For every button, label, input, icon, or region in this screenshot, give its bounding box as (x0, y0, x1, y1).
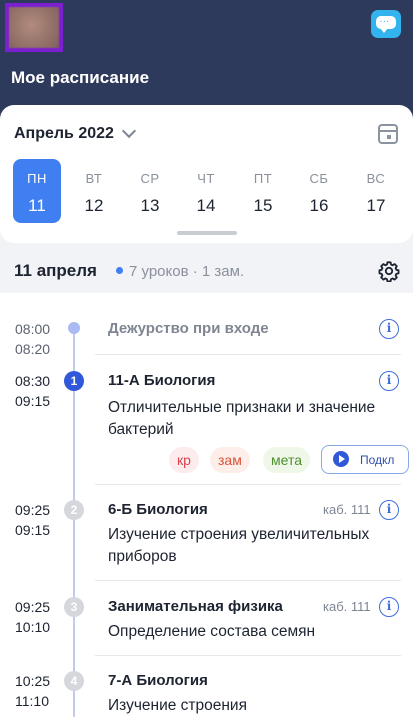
lesson-topic: Отличительные признаки и значение бактер… (108, 399, 376, 438)
lesson-tags: кр зам мета Подкл (0, 445, 413, 477)
lesson-times: 08:00 08:20 (15, 319, 50, 359)
lesson-times: 09:25 09:15 (15, 500, 50, 540)
day-tuesday[interactable]: ВТ 12 (70, 159, 118, 223)
day-name: ВТ (85, 171, 103, 186)
day-monday[interactable]: ПН 11 (13, 159, 61, 223)
day-saturday[interactable]: СБ 16 (295, 159, 343, 223)
connect-button[interactable]: Подкл (321, 445, 409, 474)
start-time: 10:25 (15, 673, 51, 689)
day-date: 17 (366, 196, 386, 215)
gear-icon[interactable] (378, 260, 400, 282)
month-label: Апрель 2022 (14, 125, 114, 142)
info-icon[interactable]: i (379, 597, 399, 617)
lesson-times: 09:25 10:10 (15, 597, 50, 637)
end-time: 11:10 (15, 693, 49, 709)
day-name: ЧТ (197, 171, 215, 186)
start-time: 09:25 (15, 502, 51, 518)
lesson-number-badge: 4 (64, 671, 84, 691)
chat-button[interactable]: ··· (371, 10, 401, 38)
lesson-number-badge: 2 (64, 500, 84, 520)
lesson-number-badge: 1 (64, 371, 84, 391)
drag-handle[interactable] (177, 231, 237, 235)
avatar[interactable] (9, 7, 59, 48)
day-thursday[interactable]: ЧТ 14 (182, 159, 230, 223)
day-summary-text: 7 уроков · 1 зам. (129, 263, 245, 280)
info-icon[interactable]: i (379, 371, 399, 391)
day-name: СР (140, 171, 160, 186)
day-name: ВС (366, 171, 386, 186)
page-title: Мое расписание (11, 68, 150, 87)
end-time: 09:15 (15, 522, 51, 538)
status-dot (116, 267, 123, 274)
divider (95, 354, 401, 355)
lesson-title: 11-А Биология (108, 372, 216, 389)
day-strip: ПН 11 ВТ 12 СР 13 ЧТ 14 ПТ 15 СБ 16 ВС 1… (9, 159, 405, 223)
lesson-title: 6-Б Биология (108, 501, 208, 518)
chevron-down-icon (121, 123, 137, 139)
week-calendar: Апрель 2022 ПН 11 ВТ 12 СР 13 ЧТ 14 ПТ 1… (0, 105, 413, 243)
room-label: каб. 111 (323, 502, 371, 517)
day-sunday[interactable]: ВС 17 (352, 159, 400, 223)
month-selector[interactable]: Апрель 2022 (14, 123, 137, 143)
day-summary-bar: 11 апреля 7 уроков · 1 зам. (0, 249, 413, 293)
avatar-frame[interactable] (5, 3, 63, 52)
calendar-icon[interactable] (378, 124, 398, 144)
start-time: 08:00 (15, 321, 51, 337)
lesson-topic: Определение состава семян (108, 623, 316, 640)
end-time: 08:20 (15, 341, 51, 357)
start-time: 08:30 (15, 373, 51, 389)
connect-label: Подкл (360, 453, 395, 467)
play-icon (333, 451, 349, 467)
lesson-topic: Изучение строения (108, 697, 247, 714)
day-date: 12 (84, 196, 104, 215)
day-date: 15 (253, 196, 273, 215)
day-wednesday[interactable]: СР 13 (126, 159, 174, 223)
day-date: 11 (28, 196, 46, 215)
lesson-title: Дежурство при входе (108, 320, 269, 337)
lesson-times: 10:25 11:10 (15, 671, 50, 711)
day-name: ПН (27, 171, 47, 186)
tag-kr: кр (169, 447, 199, 473)
divider (95, 655, 401, 656)
lesson-topic: Изучение строения увеличительных приборо… (108, 526, 370, 565)
tag-meta: мета (263, 447, 310, 473)
end-time: 09:15 (15, 393, 51, 409)
chat-dots-icon: ··· (380, 19, 390, 26)
end-time: 10:10 (15, 619, 51, 635)
start-time: 09:25 (15, 599, 51, 615)
day-date: 16 (309, 196, 329, 215)
lesson-title: Занимательная физика (108, 598, 283, 615)
day-date: 14 (196, 196, 216, 215)
tag-zam: зам (210, 447, 250, 473)
room-label: каб. 111 (323, 599, 371, 614)
timeline-dot (68, 322, 80, 334)
lesson-times: 08:30 09:15 (15, 371, 50, 411)
lesson-list: 08:00 08:20 Дежурство при входе i 08:30 … (0, 293, 413, 717)
info-icon[interactable]: i (379, 500, 399, 520)
lesson-title: 7-А Биология (108, 672, 208, 689)
divider (95, 484, 401, 485)
day-name: ПТ (253, 171, 273, 186)
day-name: СБ (309, 171, 329, 186)
day-date: 13 (140, 196, 160, 215)
info-icon[interactable]: i (379, 319, 399, 339)
lesson-number-badge: 3 (64, 597, 84, 617)
selected-date: 11 апреля (14, 261, 97, 280)
divider (95, 580, 401, 581)
day-friday[interactable]: ПТ 15 (239, 159, 287, 223)
